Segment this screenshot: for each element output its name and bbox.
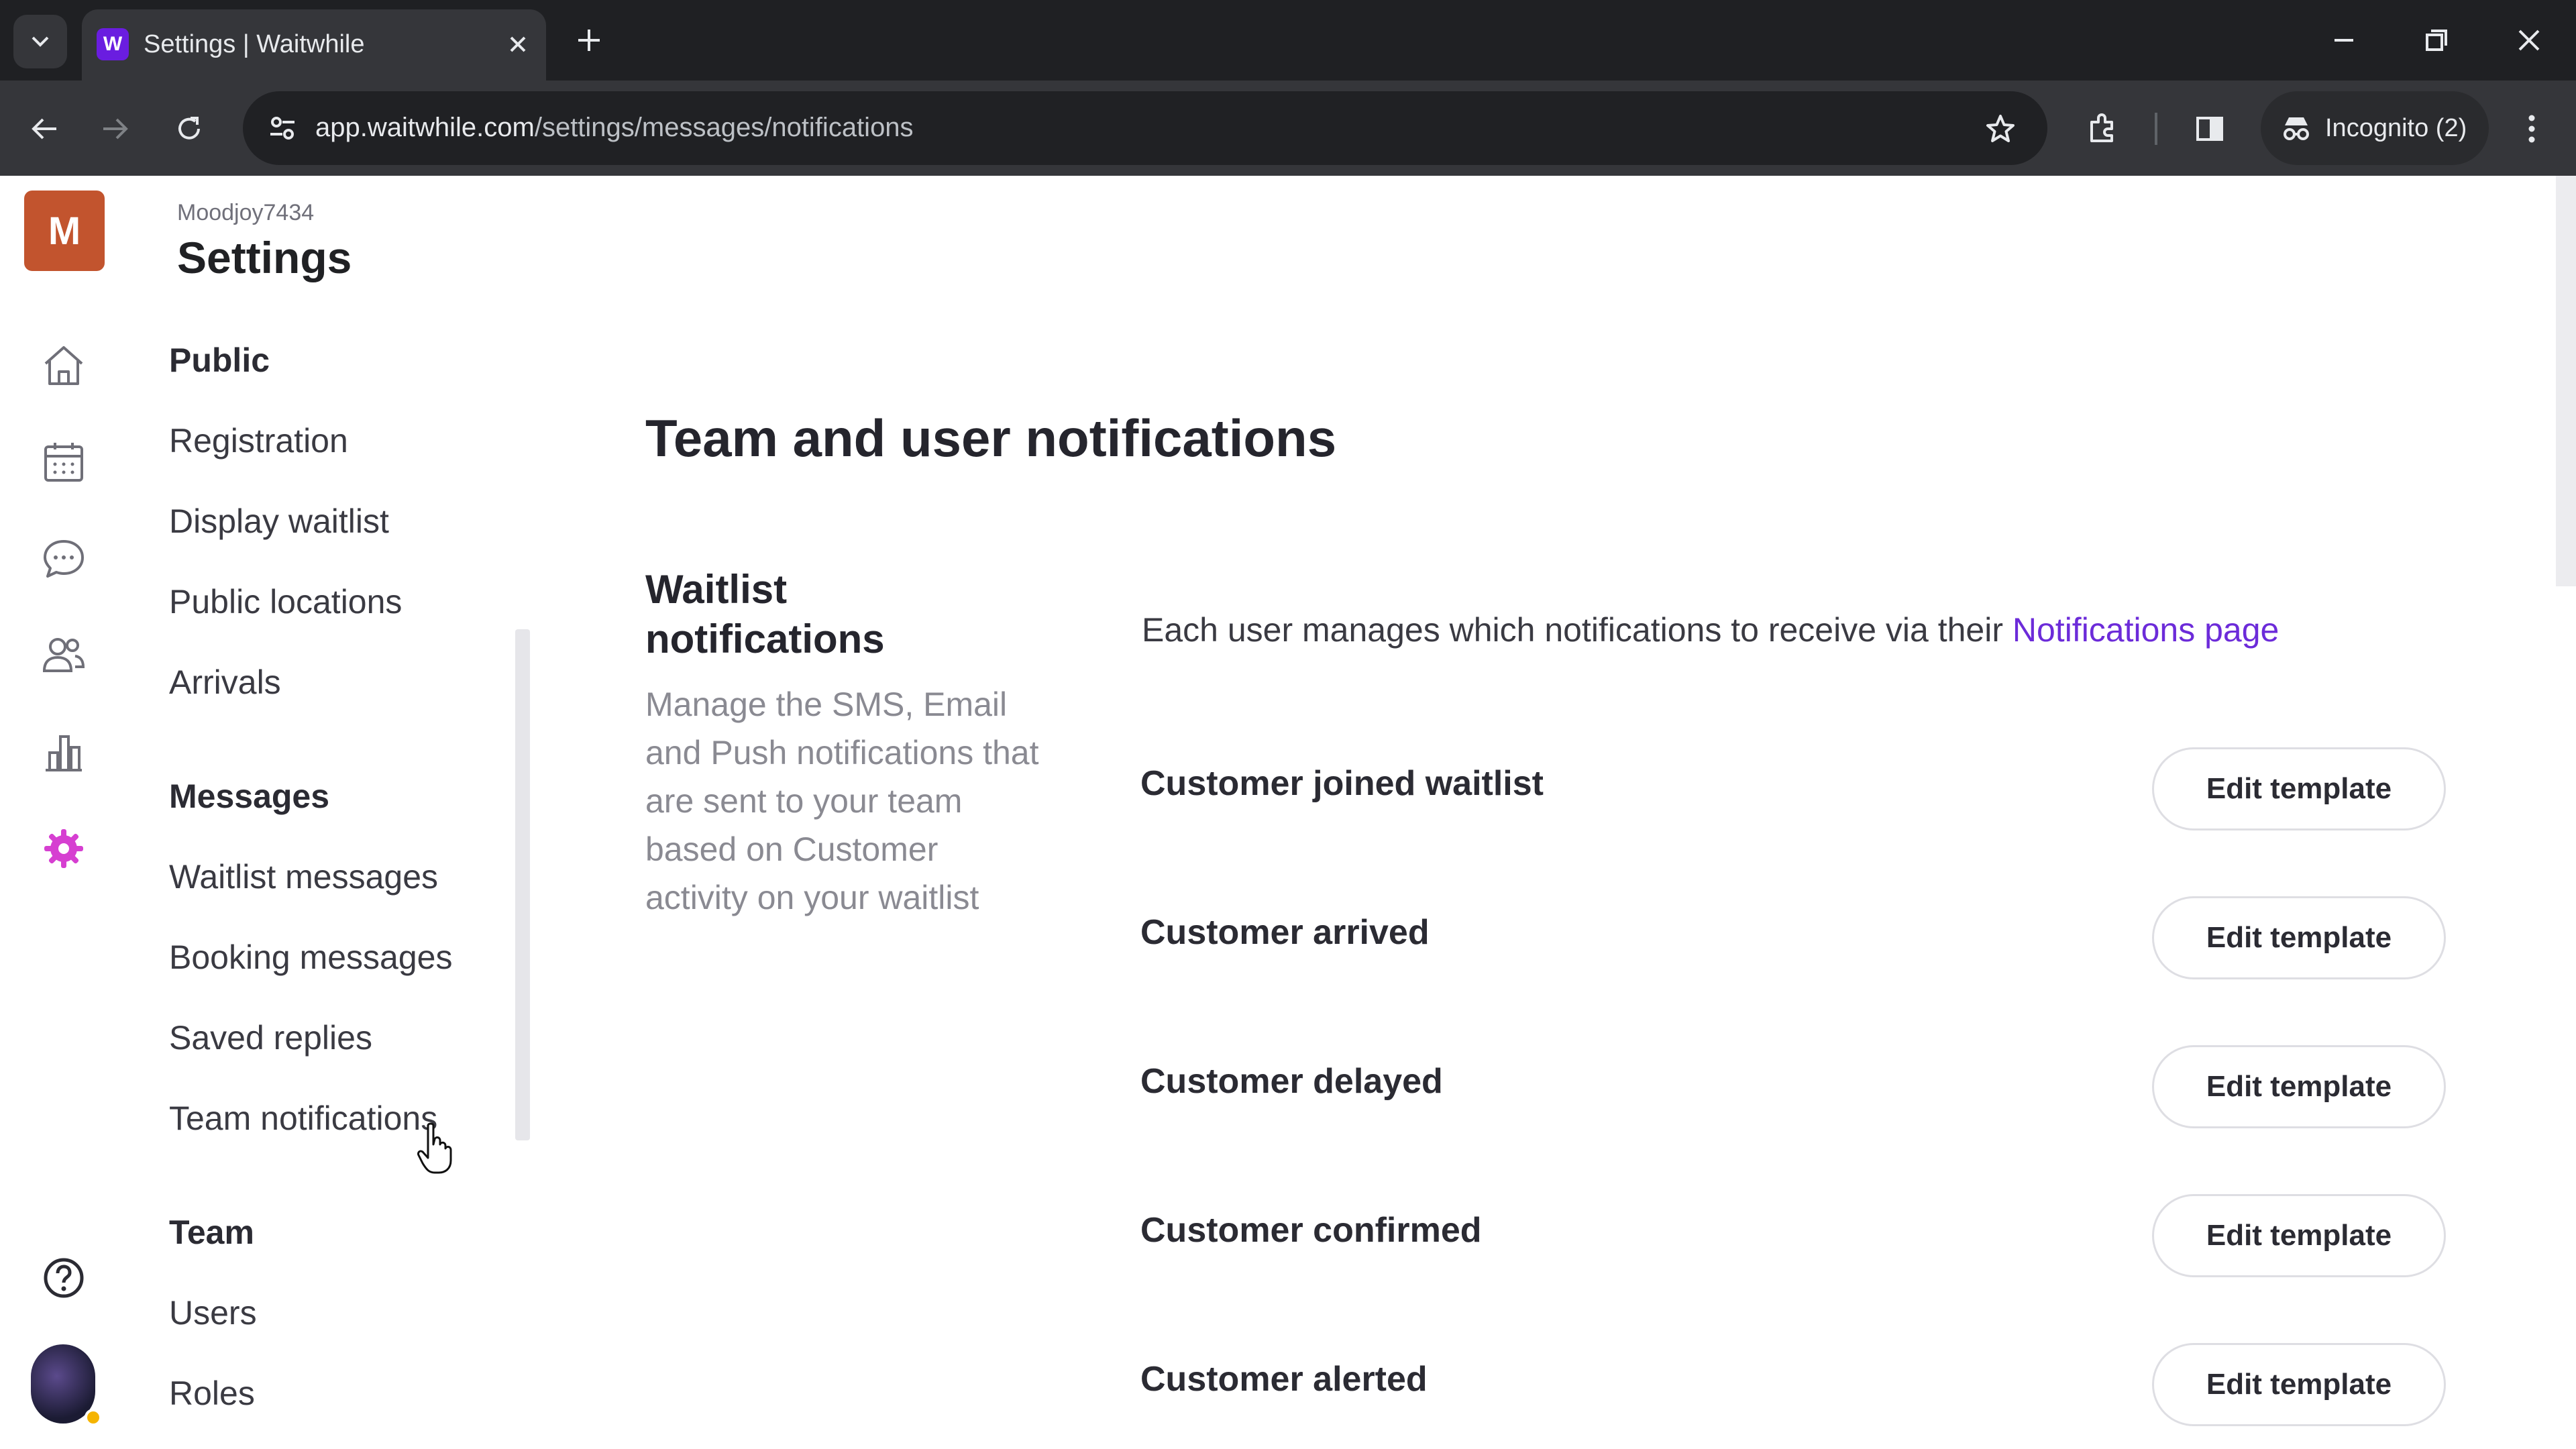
nav-analytics[interactable] bbox=[35, 723, 93, 781]
page-scrollbar[interactable] bbox=[2556, 176, 2576, 586]
url-host: app.waitwhile.com bbox=[315, 113, 535, 142]
incognito-label: Incognito (2) bbox=[2325, 113, 2467, 142]
chat-icon bbox=[44, 540, 84, 578]
notification-row-label: Customer alerted bbox=[1140, 1360, 1428, 1399]
home-icon bbox=[44, 346, 83, 385]
subnav-item-public-locations[interactable]: Public locations bbox=[169, 582, 402, 621]
presence-status-dot bbox=[85, 1409, 102, 1426]
browser-toolbar: app.waitwhile.com/settings/messages/noti… bbox=[0, 80, 2576, 176]
reload-button[interactable] bbox=[165, 105, 213, 153]
settings-title: Settings bbox=[177, 233, 352, 282]
browser-menu-button[interactable] bbox=[2508, 105, 2556, 153]
help-icon bbox=[44, 1258, 84, 1298]
edit-template-button[interactable]: Edit template bbox=[2152, 896, 2446, 979]
back-button[interactable] bbox=[20, 105, 68, 153]
restore-window-button[interactable] bbox=[2415, 19, 2458, 62]
edit-template-button[interactable]: Edit template bbox=[2152, 747, 2446, 830]
extensions-button[interactable] bbox=[2078, 105, 2127, 153]
minimize-icon bbox=[2334, 39, 2353, 42]
edit-template-button[interactable]: Edit template bbox=[2152, 1194, 2446, 1277]
section-description: Manage the SMS, Email and Push notificat… bbox=[645, 686, 1039, 916]
browser-tab-active[interactable]: W Settings | Waitwhile bbox=[82, 9, 546, 80]
tab-close-button[interactable] bbox=[503, 30, 533, 59]
notification-row-label: Customer delayed bbox=[1140, 1062, 1443, 1101]
settings-icon bbox=[44, 829, 83, 868]
subnav-item-users[interactable]: Users bbox=[169, 1293, 257, 1332]
toolbar-divider bbox=[2155, 113, 2157, 145]
puzzle-icon bbox=[2090, 113, 2113, 142]
subnav-item-waitlist-messages[interactable]: Waitlist messages bbox=[169, 857, 438, 896]
incognito-icon bbox=[2284, 117, 2309, 140]
tune-icon bbox=[270, 117, 294, 140]
browser-tab-strip: W Settings | Waitwhile bbox=[0, 0, 2576, 80]
notification-row-label: Customer arrived bbox=[1140, 913, 1430, 952]
more-vert-icon bbox=[2528, 115, 2535, 143]
bookmark-button[interactable] bbox=[1980, 109, 2021, 149]
notifications-info: Each user manages which notifications to… bbox=[1142, 610, 2279, 649]
subnav-heading-team: Team bbox=[169, 1214, 254, 1251]
left-icon-rail: M bbox=[0, 176, 127, 1449]
close-icon bbox=[510, 36, 526, 52]
incognito-indicator[interactable]: Incognito (2) bbox=[2261, 91, 2489, 165]
analytics-icon bbox=[46, 735, 82, 771]
nav-settings[interactable] bbox=[35, 820, 93, 877]
notification-row-label: Customer confirmed bbox=[1140, 1211, 1482, 1250]
site-info-button[interactable] bbox=[259, 105, 306, 152]
page-title: Team and user notifications bbox=[645, 409, 1337, 468]
forward-button[interactable] bbox=[91, 105, 140, 153]
new-tab-button[interactable] bbox=[569, 20, 609, 60]
waitwhile-app: M Moodjoy7434 Settings Public Registrati… bbox=[0, 176, 2576, 1449]
side-panel-button[interactable] bbox=[2186, 105, 2234, 153]
hand-cursor-icon bbox=[417, 1122, 452, 1174]
workspace-name: Moodjoy7434 bbox=[177, 200, 315, 225]
side-panel-icon bbox=[2196, 117, 2223, 141]
nav-home[interactable] bbox=[35, 337, 93, 394]
tab-search-button[interactable] bbox=[13, 15, 67, 68]
subnav-heading-messages: Messages bbox=[169, 777, 330, 815]
waitwhile-favicon-icon: W bbox=[97, 28, 129, 60]
subnav-item-roles[interactable]: Roles bbox=[169, 1374, 255, 1413]
info-text: Each user manages which notifications to… bbox=[1142, 611, 2012, 649]
restore-icon bbox=[2426, 30, 2447, 51]
star-icon bbox=[1986, 115, 2015, 142]
subnav-item-saved-replies[interactable]: Saved replies bbox=[169, 1018, 372, 1057]
subnav-item-arrivals[interactable]: Arrivals bbox=[169, 663, 281, 702]
subnav-item-booking-messages[interactable]: Booking messages bbox=[169, 938, 452, 977]
nav-customers[interactable] bbox=[35, 627, 93, 684]
nav-help[interactable] bbox=[35, 1249, 93, 1307]
subnav-scrollbar[interactable] bbox=[515, 629, 530, 1140]
url-text: app.waitwhile.com/settings/messages/noti… bbox=[315, 113, 914, 143]
edit-template-button[interactable]: Edit template bbox=[2152, 1045, 2446, 1128]
calendar-icon bbox=[44, 443, 83, 482]
arrow-left-icon bbox=[32, 118, 56, 140]
close-icon bbox=[2518, 30, 2540, 51]
nav-calendar[interactable] bbox=[35, 433, 93, 491]
notification-row-label: Customer joined waitlist bbox=[1140, 764, 1544, 803]
users-icon bbox=[42, 638, 85, 672]
subnav-item-team-notifications[interactable]: Team notifications bbox=[169, 1099, 437, 1138]
address-bar[interactable]: app.waitwhile.com/settings/messages/noti… bbox=[243, 91, 2047, 165]
edit-template-button[interactable]: Edit template bbox=[2152, 1343, 2446, 1426]
minimize-window-button[interactable] bbox=[2322, 19, 2365, 62]
subnav-item-display-waitlist[interactable]: Display waitlist bbox=[169, 502, 389, 541]
nav-messages[interactable] bbox=[35, 530, 93, 588]
tab-title: Settings | Waitwhile bbox=[144, 30, 365, 58]
plus-icon bbox=[578, 30, 600, 51]
arrow-right-icon bbox=[103, 118, 128, 140]
workspace-avatar[interactable]: M bbox=[24, 191, 105, 271]
section-title: Waitlist notifications bbox=[645, 567, 885, 661]
close-window-button[interactable] bbox=[2508, 19, 2551, 62]
url-path: /settings/messages/notifications bbox=[534, 113, 914, 142]
subnav-heading-public: Public bbox=[169, 341, 270, 379]
reload-icon bbox=[178, 117, 200, 140]
subnav-item-registration[interactable]: Registration bbox=[169, 421, 348, 460]
notifications-page-link[interactable]: Notifications page bbox=[2012, 611, 2279, 649]
chevron-down-icon bbox=[32, 36, 49, 47]
